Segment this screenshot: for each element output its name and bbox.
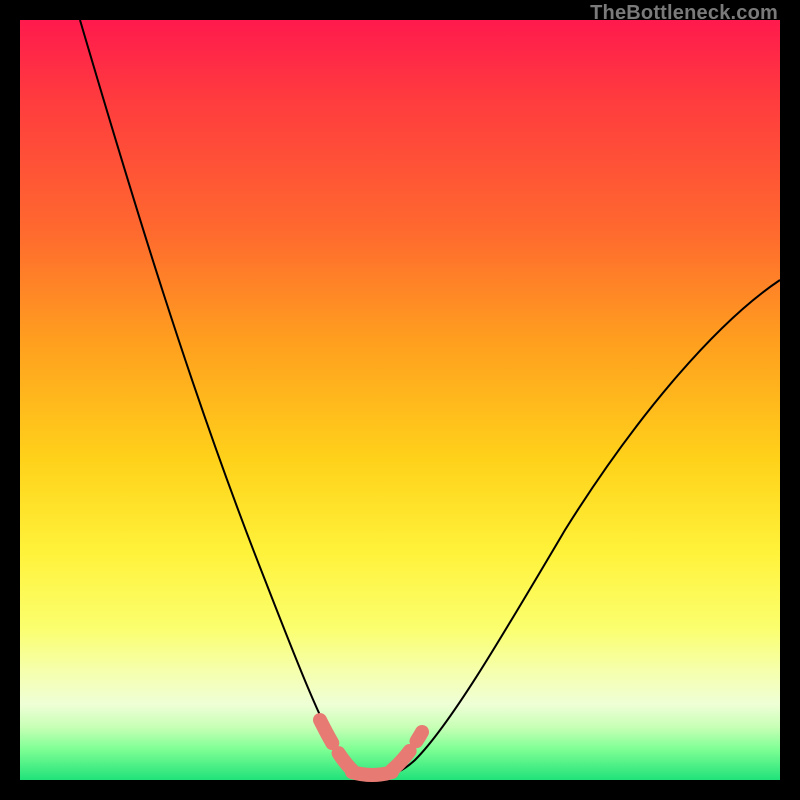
valley-marker-right [392, 732, 422, 770]
outer-frame: TheBottleneck.com [0, 0, 800, 800]
valley-marker-left [320, 720, 352, 770]
bottleneck-curve [80, 20, 780, 777]
chart-svg [20, 20, 780, 780]
